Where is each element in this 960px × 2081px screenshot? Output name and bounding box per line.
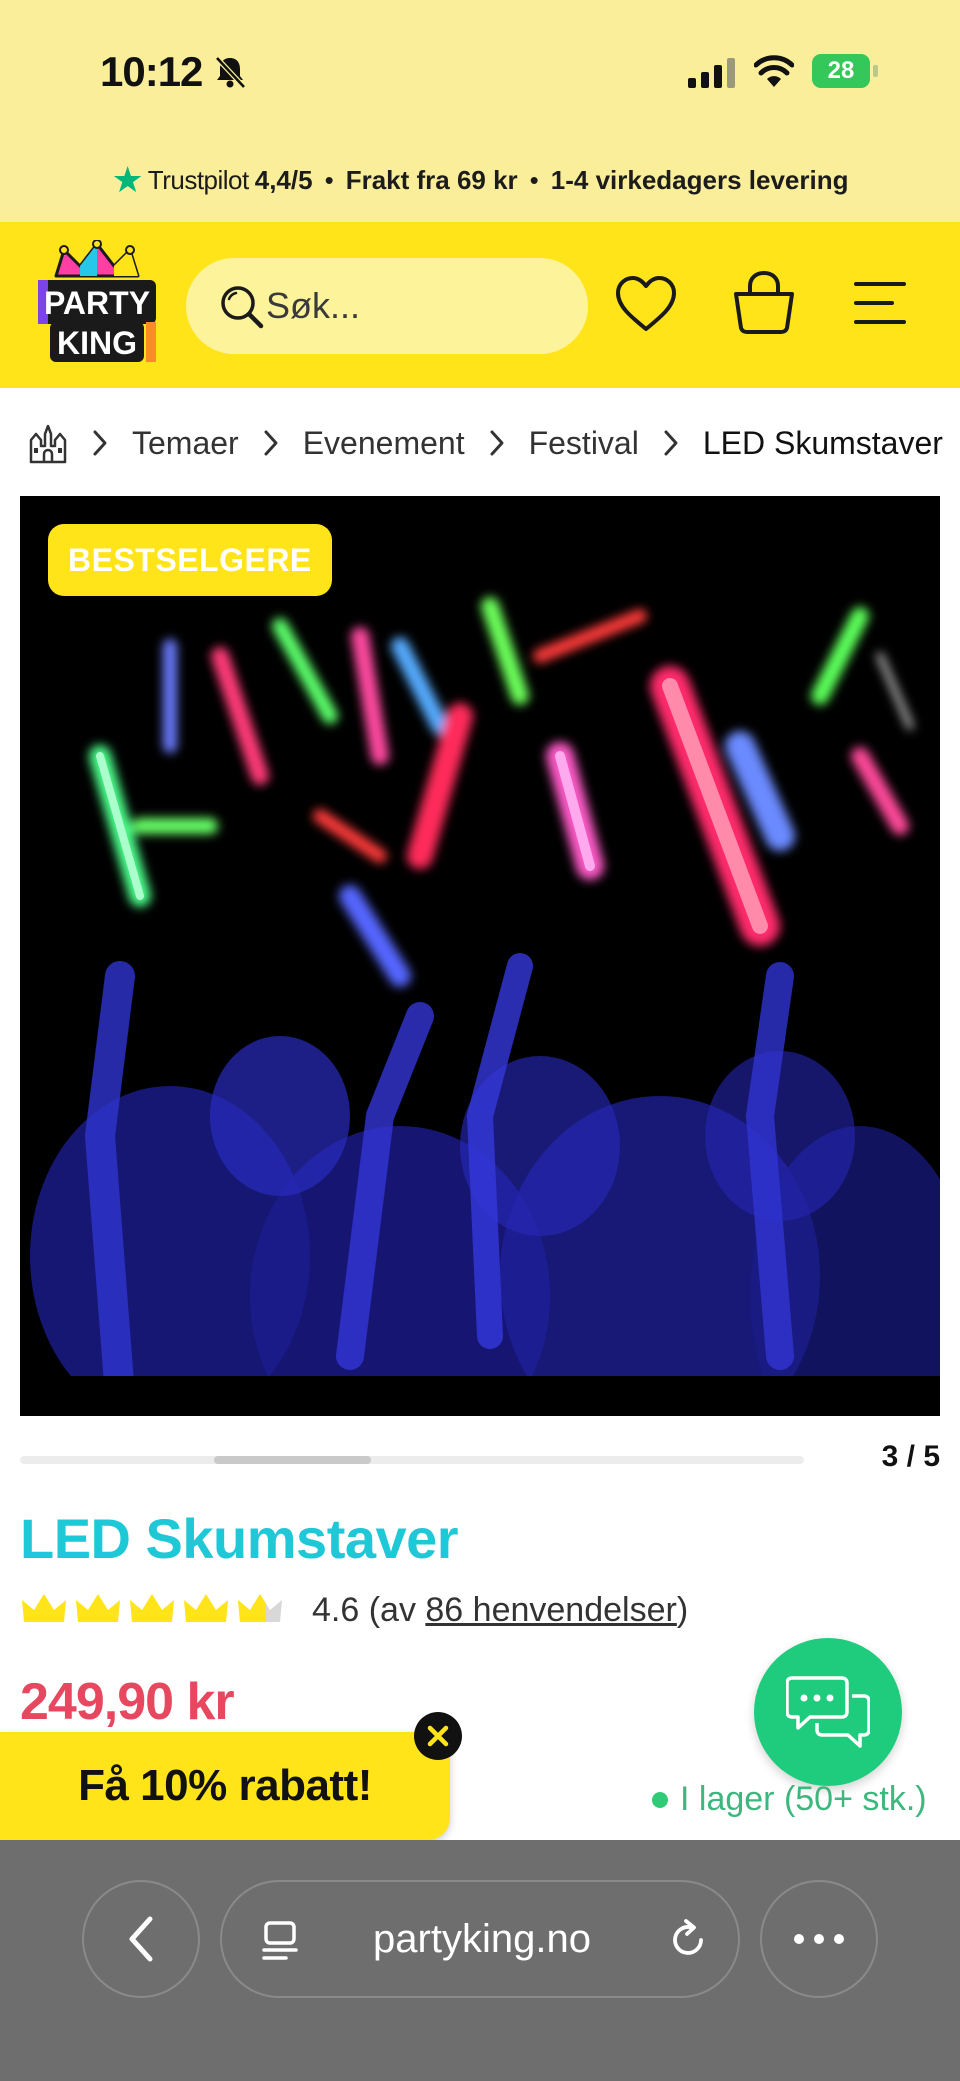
url-text[interactable]: partyking.no [222,1882,742,1996]
castle-home-icon[interactable] [28,422,68,464]
trustpilot-score: 4,4/5 [254,164,313,195]
svg-text:KING: KING [57,325,137,361]
product-title: LED Skumstaver [20,1507,459,1570]
address-bar[interactable]: partyking.no [220,1880,740,1998]
gallery-progress-thumb[interactable] [214,1456,371,1464]
bestseller-badge: BESTSELGERE [48,524,332,596]
search-input[interactable] [266,285,566,327]
close-x-glyph [427,1725,449,1747]
svg-text:PARTY: PARTY [44,285,150,321]
delivery-info: 1-4 virkedagers levering [550,164,849,195]
rating-count-link[interactable]: 86 henvendelser [425,1591,676,1630]
chevron-right-icon [490,430,504,456]
crown-star-half-icon [238,1594,282,1622]
chat-button[interactable] [754,1638,902,1786]
cellular-signal-icon [688,58,735,88]
chevron-right-icon [664,430,678,456]
breadcrumb-festival[interactable]: Festival [529,425,639,462]
status-time: 10:12 [100,48,203,95]
crown-star-icon [76,1594,120,1622]
shipping-info: Frakt fra 69 kr [345,164,518,195]
bag-icon[interactable] [732,270,796,334]
product-image[interactable] [20,496,940,1416]
stock-status: I lager (50+ stk.) [652,1780,927,1819]
breadcrumb-evenement[interactable]: Evenement [303,425,465,462]
search-icon[interactable] [218,283,264,329]
gallery-progress-bar[interactable] [20,1456,804,1464]
browser-back-button[interactable] [82,1880,200,1998]
crown-star-icon [22,1594,66,1622]
product-price: 249,90 kr [20,1673,235,1731]
battery-cap [873,65,878,77]
chevron-right-icon [93,430,107,456]
crown-star-icon [130,1594,174,1622]
battery-charging-icon: 28 [812,54,880,88]
rating-row: 4.6 (av 86 henvendelser ) [20,1586,688,1634]
wifi-icon [754,55,794,87]
discount-popup-button[interactable]: Få 10% rabatt! [0,1732,450,1840]
gallery-counter: 3 / 5 [881,1440,940,1473]
promo-separator: • [529,164,539,195]
product-image-gallery[interactable]: BESTSELGERE [20,496,940,1416]
bell-slash-icon [215,56,246,89]
rating-stars [20,1592,290,1628]
reload-icon[interactable] [668,1918,710,1962]
more-button[interactable] [760,1880,878,1998]
rating-text-suffix: ) [676,1590,689,1629]
breadcrumb-temaer[interactable]: Temaer [132,425,239,462]
back-chevron-icon [129,1916,153,1962]
more-icon [794,1934,844,1944]
rating-text: 4.6 (av [312,1590,426,1629]
breadcrumb-current: LED Skumstaver [702,424,943,461]
crown-star-icon [184,1594,228,1622]
close-icon[interactable] [414,1712,462,1760]
trustpilot-label: Trustpilot [147,164,249,195]
chevron-right-icon [264,430,278,456]
trustpilot-star-icon: ★ [111,159,144,200]
party-king-logo[interactable]: PARTY KING [34,240,160,366]
search-bar[interactable] [186,258,588,354]
stock-status-dot [652,1791,668,1808]
breadcrumb: Temaer Evenement Festival LED Skumstaver [28,418,960,468]
stock-text: I lager (50+ stk.) [680,1780,927,1818]
menu-icon[interactable] [852,278,908,328]
battery-level: 28 [812,54,870,88]
chat-bubbles-icon [786,1676,870,1748]
heart-icon[interactable] [614,274,678,334]
promo-separator: • [324,164,334,195]
promo-bar: ★ Trustpilot 4,4/5 • Frakt fra 69 kr • 1… [0,160,960,200]
